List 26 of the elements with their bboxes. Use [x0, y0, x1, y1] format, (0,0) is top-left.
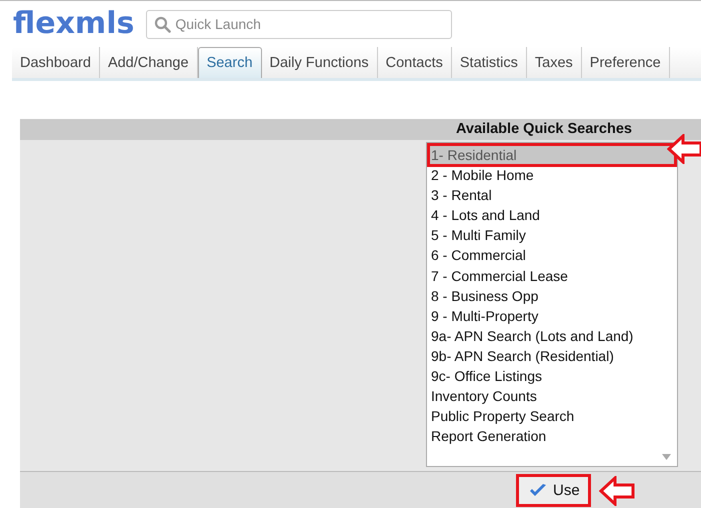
list-item[interactable]: 9b- APN Search (Residential) [429, 346, 675, 366]
list-item[interactable]: Report Generation [429, 426, 675, 446]
nav-tab[interactable]: Dashboard [12, 47, 100, 78]
list-item[interactable]: Public Property Search [429, 406, 675, 426]
search-field[interactable]: Quick Launch [146, 10, 452, 38]
list-item[interactable]: 9c- Office Listings [429, 366, 675, 386]
nav-tab[interactable]: Taxes [526, 47, 582, 78]
use-button[interactable]: Use [516, 474, 591, 507]
logo: flexmls [13, 9, 134, 39]
nav-tab[interactable]: Search [198, 47, 262, 78]
list-item[interactable]: 9a- APN Search (Lots and Land) [429, 326, 675, 346]
list-item[interactable]: 9 - Multi-Property [429, 306, 675, 326]
list-title: Available Quick Searches [456, 120, 632, 139]
nav-tab[interactable]: Contacts [378, 47, 452, 78]
list-item[interactable]: 2 - Mobile Home [429, 165, 675, 186]
list-item[interactable]: Inventory Counts [429, 386, 675, 406]
list-item[interactable]: 8 - Business Opp [429, 286, 675, 306]
list-item[interactable]: 4 - Lots and Land [429, 205, 675, 226]
nav-tab[interactable]: Daily Functions [262, 47, 378, 78]
list-item[interactable]: 5 - Multi Family [429, 225, 675, 246]
nav-tab[interactable]: Preference [582, 47, 670, 78]
list-item[interactable]: 3 - Rental [429, 185, 675, 206]
list-item[interactable]: 1- Residential [429, 145, 675, 166]
list-item[interactable]: 7 - Commercial Lease [429, 266, 675, 286]
list-item[interactable]: 6 - Commercial [429, 245, 675, 266]
nav-tab[interactable]: Statistics [452, 47, 527, 78]
